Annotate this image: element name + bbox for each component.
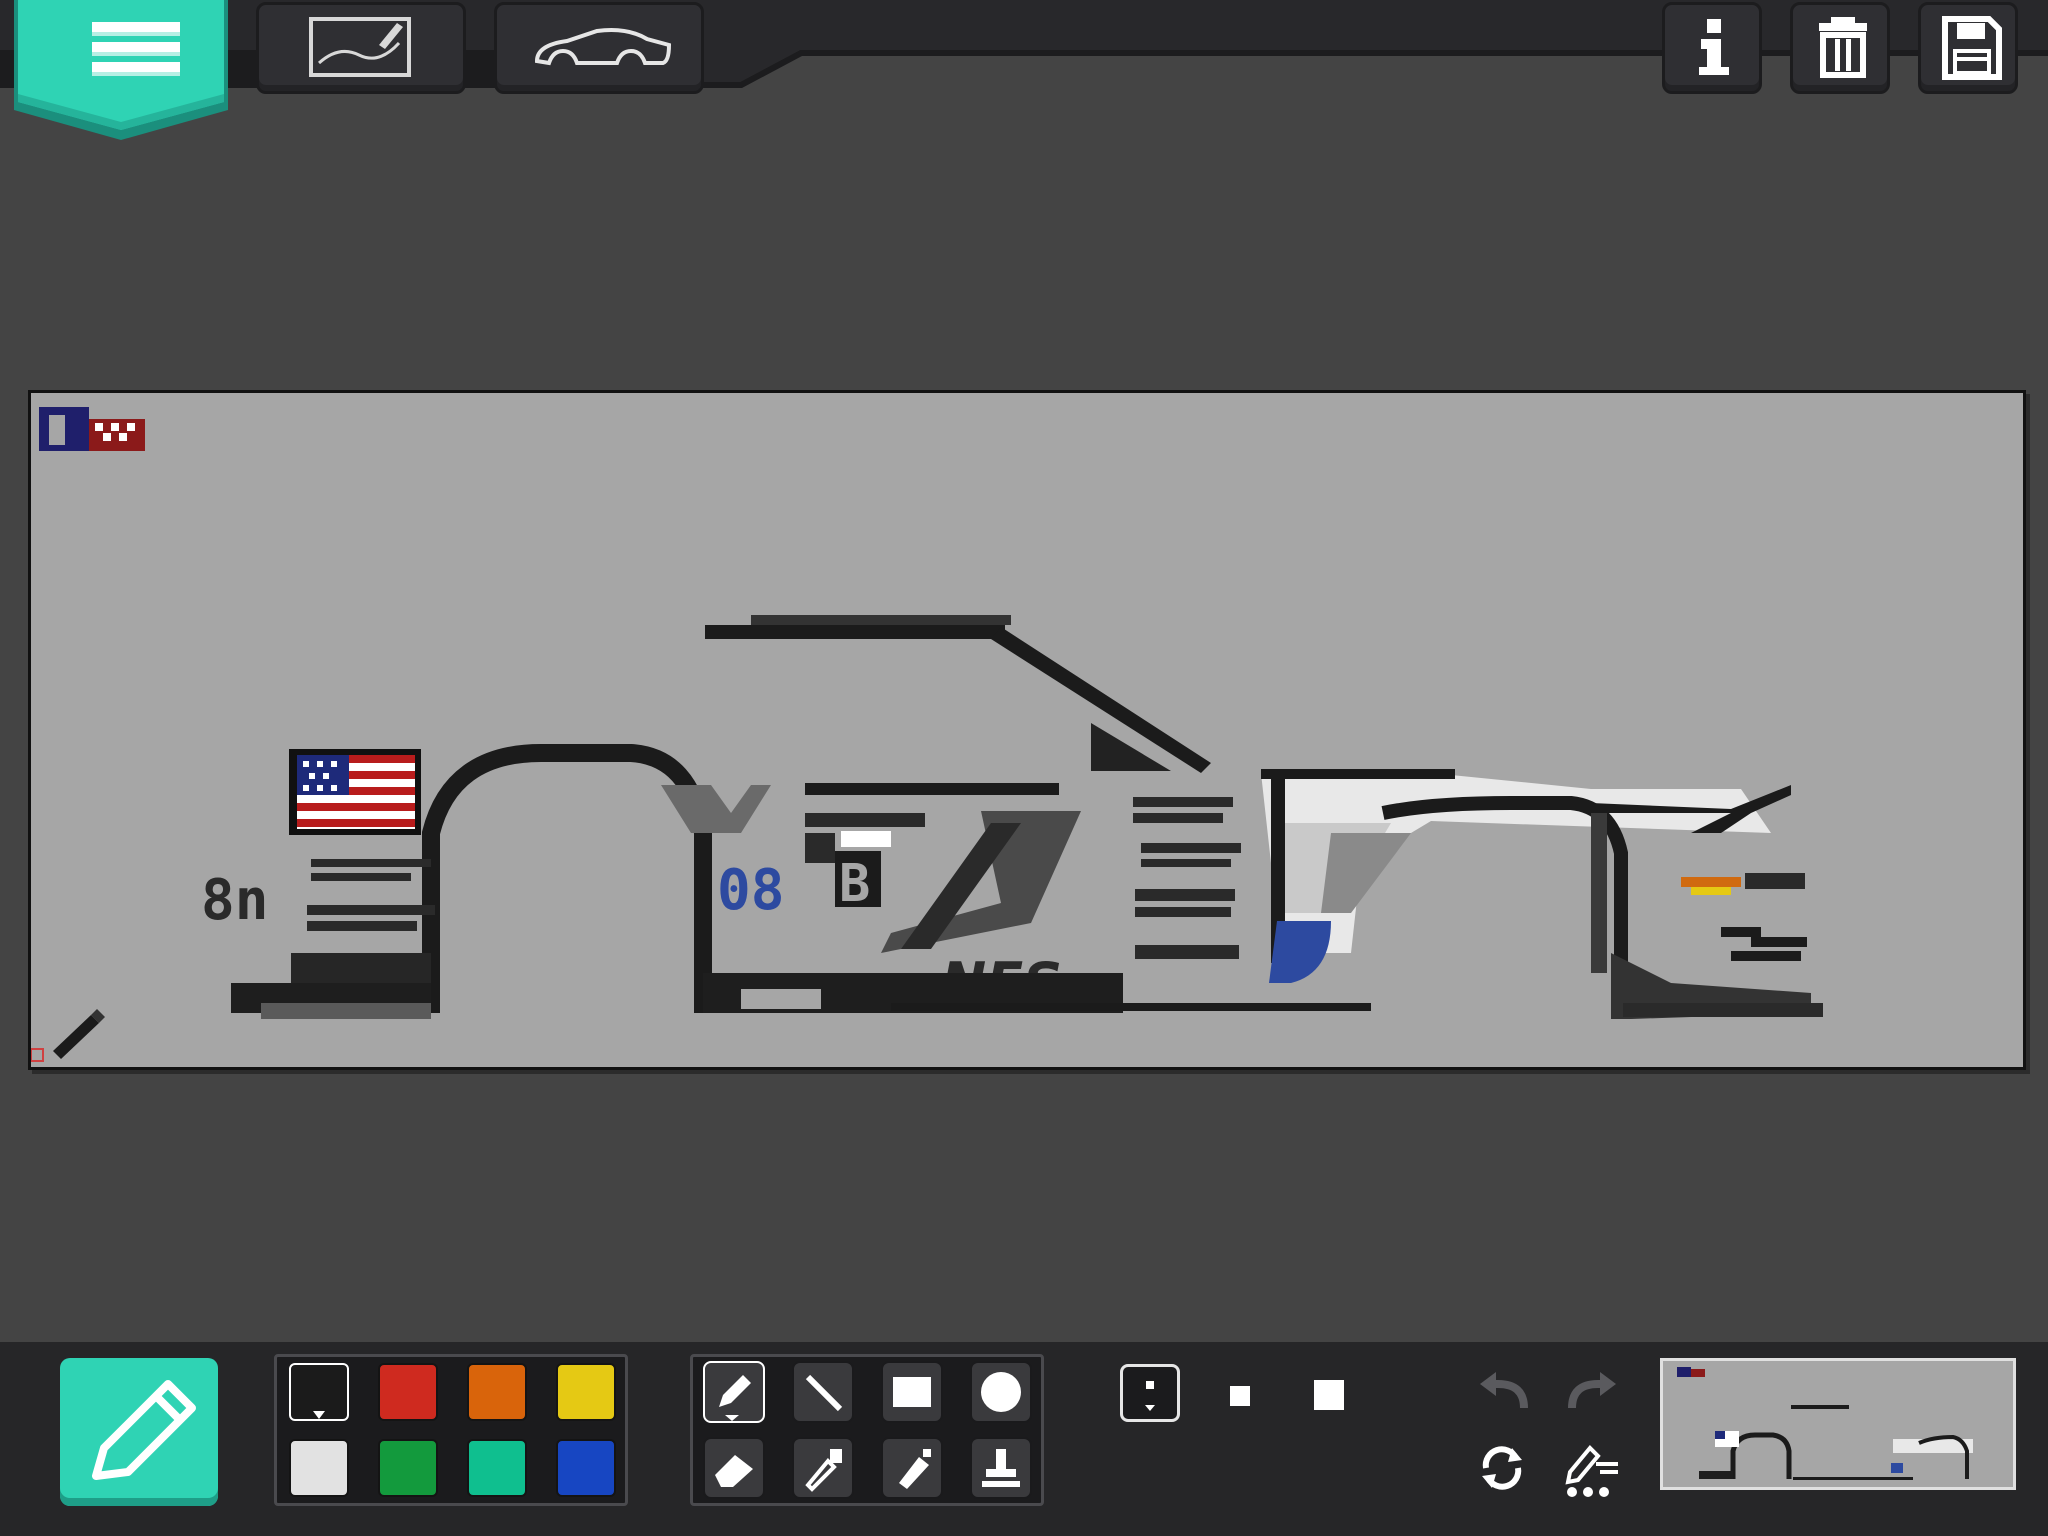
info-button[interactable]: [1662, 2, 1762, 94]
pencil-icon: [92, 1380, 196, 1480]
save-button[interactable]: [1918, 2, 2018, 94]
swatch-blue[interactable]: [556, 1439, 616, 1497]
tool-palette: [690, 1354, 1044, 1506]
letter-b-decal: B: [839, 854, 870, 914]
car-view-button[interactable]: [494, 2, 704, 94]
swatch-teal[interactable]: [467, 1439, 527, 1497]
swatch-orange[interactable]: [467, 1363, 527, 1421]
number-mid-decal: 08: [717, 858, 784, 923]
draw-mode-button[interactable]: [256, 2, 466, 94]
pencil-options-icon[interactable]: [1556, 1438, 1626, 1498]
eraser-icon: [715, 1455, 753, 1487]
rectangle-icon: [893, 1377, 931, 1407]
hamburger-menu-icon: [14, 0, 228, 140]
top-toolbar: [0, 0, 2048, 140]
main-menu-button[interactable]: [14, 0, 228, 140]
tool-rectangle[interactable]: [881, 1361, 943, 1423]
car-preview: [1677, 1367, 1973, 1480]
tool-spray[interactable]: [881, 1437, 943, 1499]
floppy-disk-icon: [1942, 16, 2002, 80]
canvas-preview-thumbnail[interactable]: [1660, 1358, 2016, 1490]
info-icon: [1699, 19, 1729, 75]
swatch-white[interactable]: [289, 1439, 349, 1497]
corner-logo: [39, 407, 145, 451]
selected-indicator-icon: [313, 1411, 325, 1419]
pencil-cursor-icon: [53, 1009, 105, 1059]
swatch-yellow[interactable]: [556, 1363, 616, 1421]
tool-line[interactable]: [792, 1361, 854, 1423]
bottom-toolbar: [0, 1342, 2048, 1536]
stamp-icon: [982, 1449, 1020, 1487]
us-flag-decal: [289, 749, 421, 835]
pen-on-canvas-icon: [309, 17, 411, 77]
pencil-icon: [719, 1375, 751, 1421]
brush-size-small[interactable]: [1120, 1364, 1180, 1422]
eyedropper-icon: [805, 1449, 842, 1492]
swatch-red[interactable]: [378, 1363, 438, 1421]
tool-stamp[interactable]: [970, 1437, 1032, 1499]
redo-icon[interactable]: [1562, 1368, 1622, 1418]
undo-icon[interactable]: [1474, 1368, 1534, 1418]
rotate-icon[interactable]: [1472, 1438, 1532, 1498]
dot-small-icon: [1145, 1381, 1155, 1411]
x-logo-decal: [661, 785, 771, 833]
brush-size-large[interactable]: [1314, 1380, 1344, 1410]
car-outline-icon: [534, 28, 672, 66]
delete-button[interactable]: [1790, 2, 1890, 94]
tool-pencil[interactable]: [703, 1361, 765, 1423]
line-icon: [805, 1374, 843, 1412]
brush-size-medium[interactable]: [1230, 1386, 1250, 1406]
blue-panel-decal: [1269, 921, 1331, 983]
active-tool-button[interactable]: [60, 1358, 218, 1506]
color-palette: [274, 1354, 628, 1506]
number-left-decal: 8n: [201, 868, 268, 933]
circle-icon: [981, 1372, 1021, 1412]
trash-icon: [1819, 17, 1867, 78]
drawing-canvas[interactable]: 8n 08 B NFS: [28, 390, 2026, 1070]
tool-eyedropper[interactable]: [792, 1437, 854, 1499]
swatch-green[interactable]: [378, 1439, 438, 1497]
tool-eraser[interactable]: [703, 1437, 765, 1499]
spray-can-icon: [899, 1449, 931, 1489]
tool-circle[interactable]: [970, 1361, 1032, 1423]
car-livery-drawing: 8n 08 B NFS: [31, 407, 1823, 1062]
